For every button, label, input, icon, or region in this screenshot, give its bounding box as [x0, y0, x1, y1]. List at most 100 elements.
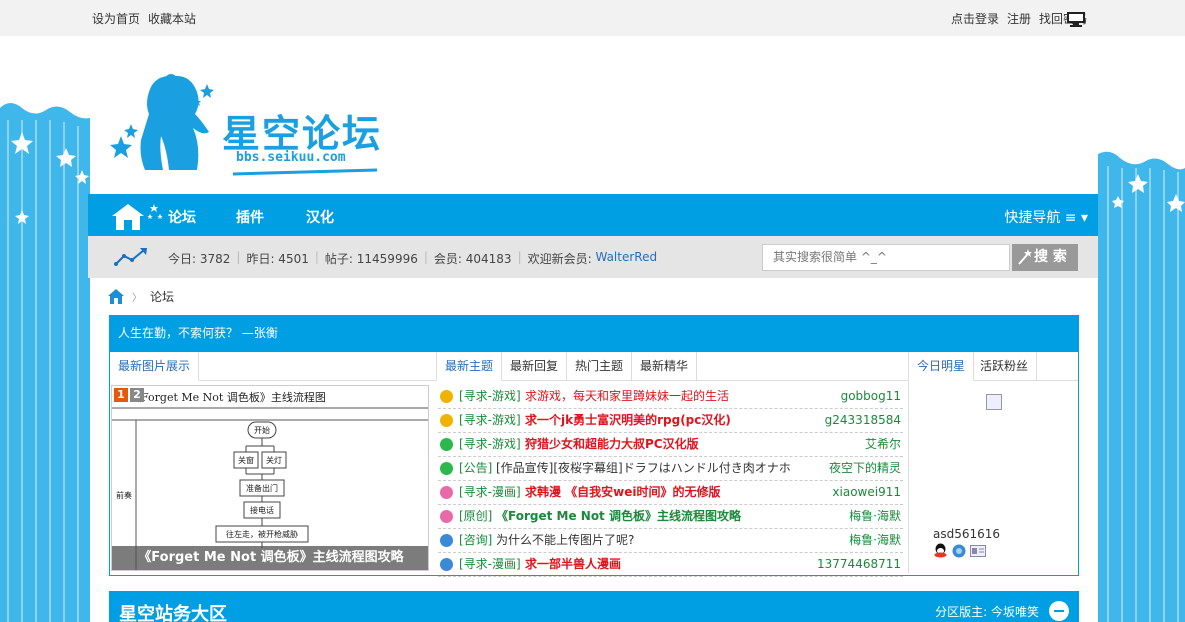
star-username[interactable]: asd561616: [933, 527, 1000, 541]
top-bar: 设为首页 收藏本站 点击登录 注册 找回密码: [0, 0, 1185, 36]
curtain-decoration-right: [1098, 151, 1185, 622]
qq-icon[interactable]: [933, 543, 948, 558]
login-link[interactable]: 点击登录: [951, 10, 999, 27]
monitor-icon[interactable]: [1066, 11, 1086, 27]
tab-today-star[interactable]: 今日明星: [908, 352, 975, 381]
breadcrumb: 〉 论坛: [108, 288, 174, 305]
thread-title[interactable]: 求一个jk勇士富沢明美的rpg(pc汉化): [525, 409, 731, 431]
flow-node-start: 开始: [254, 425, 270, 435]
trend-chart-icon: [114, 248, 147, 266]
today-star-panel: asd561616: [908, 381, 1078, 573]
thread-title[interactable]: 狩猎少女和超能力大叔PC汉化版: [525, 433, 699, 455]
thread-author[interactable]: 艾希尔: [865, 433, 901, 455]
thread-status-icon: [440, 438, 453, 451]
thread-row[interactable]: [咨询] 为什么不能上传图片了呢? 梅鲁·海默: [438, 529, 903, 553]
thread-category[interactable]: [寻求-游戏]: [459, 433, 521, 455]
home-icon[interactable]: [108, 289, 124, 304]
thread-status-icon: [440, 414, 453, 427]
welcome-label: 欢迎新会员:: [527, 252, 596, 266]
section-title[interactable]: 星空站务大区: [119, 600, 227, 622]
thread-author[interactable]: gobbog11: [841, 385, 901, 407]
image-tabbar: 最新图片展示: [110, 352, 436, 381]
stats-bar: 今日: 3782 | 昨日: 4501 | 帖子: 11459996 | 会员:…: [88, 236, 1098, 278]
tab-latest-topics[interactable]: 最新主题: [436, 352, 503, 381]
thread-category[interactable]: [咨询]: [459, 529, 492, 551]
collapse-icon[interactable]: [1049, 601, 1069, 621]
tab-hot-topics[interactable]: 热门主题: [567, 352, 633, 381]
thread-row[interactable]: [寻求-游戏] 狩猎少女和超能力大叔PC汉化版 艾希尔: [438, 433, 903, 457]
flow-node-go-left: 往左走，被开枪威胁: [226, 529, 298, 539]
slide-indicator-2[interactable]: 2: [130, 388, 144, 402]
nav-item-localization[interactable]: 汉化: [306, 207, 334, 227]
register-link[interactable]: 注册: [1007, 10, 1031, 27]
avatar[interactable]: [986, 394, 1002, 410]
breadcrumb-current[interactable]: 论坛: [150, 288, 174, 305]
bookmark-link[interactable]: 收藏本站: [148, 10, 196, 27]
thread-status-icon: [440, 390, 453, 403]
tab-latest-featured[interactable]: 最新精华: [632, 352, 698, 381]
section-header-site-affairs: 星空站务大区 分区版主: 今坂唯笑: [109, 591, 1079, 622]
thread-category[interactable]: [原创]: [459, 505, 492, 527]
flow-node-turn-off-light: 关灯: [266, 455, 282, 465]
curtain-decoration-left: [0, 103, 90, 622]
thread-status-icon: [440, 534, 453, 547]
featured-image-slide[interactable]: 开始 关窗 关灯 准备出门 接电话 往左走，被开枪威胁 前奏 《Forget M…: [111, 385, 429, 571]
thread-status-icon: [440, 462, 453, 475]
chevron-right-icon: 〉: [132, 293, 142, 304]
thread-author[interactable]: 梅鲁·海默: [849, 529, 901, 551]
flow-node-close-window: 关窗: [238, 455, 254, 465]
stat-posts: 帖子: 11459996: [324, 252, 418, 266]
thread-tabbar: 最新主题 最新回复 热门主题 最新精华: [436, 352, 908, 381]
tab-latest-images[interactable]: 最新图片展示: [110, 352, 200, 381]
section-moderator[interactable]: 分区版主: 今坂唯笑: [935, 603, 1039, 620]
thread-list: [寻求-游戏] 求游戏，每天和家里蹲妹妹一起的生活 gobbog11 [寻求-游戏] 求…: [438, 385, 903, 577]
thread-author[interactable]: 13774468711: [817, 553, 901, 575]
new-member-link[interactable]: WalterRed: [595, 250, 657, 267]
thread-row[interactable]: [寻求-漫画] 求韩漫 《自我安wei时间》的无修版 xiaowei911: [438, 481, 903, 505]
thread-status-icon: [440, 558, 453, 571]
thread-category[interactable]: [寻求-漫画]: [459, 553, 521, 575]
slide-doc-title: 《Forget Me Not 调色板》主线流程图: [130, 391, 326, 404]
thread-title[interactable]: 为什么不能上传图片了呢?: [496, 529, 634, 551]
portal-box: 人生在勤，不索何获？ —张衡 最新图片展示 开始 关窗 关灯 准备出门 接电话 …: [109, 315, 1079, 577]
thread-category[interactable]: [寻求-游戏]: [459, 385, 521, 407]
thread-row[interactable]: [寻求-游戏] 求游戏，每天和家里蹲妹妹一起的生活 gobbog11: [438, 385, 903, 409]
thread-title[interactable]: 《Forget Me Not 调色板》主线流程图攻略: [496, 505, 741, 527]
star-contact-icons: [933, 543, 986, 558]
thread-category[interactable]: [公告]: [459, 457, 492, 479]
site-logo-url: bbs.seikuu.com: [236, 150, 346, 165]
search-button[interactable]: 搜 索: [1012, 244, 1078, 271]
magic-wand-icon: [1018, 249, 1032, 265]
thread-row[interactable]: [寻求-游戏] 求一个jk勇士富沢明美的rpg(pc汉化) g243318584: [438, 409, 903, 433]
nav-item-forum[interactable]: 论坛: [168, 207, 196, 227]
slide-caption[interactable]: 《Forget Me Not 调色板》主线流程图攻略: [112, 546, 428, 570]
slide-indicator-1[interactable]: 1: [114, 388, 128, 402]
set-homepage-link[interactable]: 设为首页: [92, 10, 140, 27]
thread-title[interactable]: 求韩漫 《自我安wei时间》的无修版: [525, 481, 721, 503]
thread-row[interactable]: [原创] 《Forget Me Not 调色板》主线流程图攻略 梅鲁·海默: [438, 505, 903, 529]
tab-active-fans[interactable]: 活跃粉丝: [972, 352, 1038, 381]
search-input[interactable]: 其实搜索很简单 ^_^: [762, 244, 1010, 271]
home-icon[interactable]: [110, 200, 164, 232]
globe-icon[interactable]: [952, 544, 966, 558]
thread-title[interactable]: 求一部半兽人漫画: [525, 553, 621, 575]
thread-author[interactable]: 梅鲁·海默: [849, 505, 901, 527]
thread-author[interactable]: g243318584: [825, 409, 901, 431]
thread-status-icon: [440, 510, 453, 523]
quick-nav-menu[interactable]: 快捷导航 ≡ ▾: [1004, 207, 1088, 227]
tab-latest-replies[interactable]: 最新回复: [502, 352, 568, 381]
thread-author[interactable]: 夜空下的精灵: [829, 457, 901, 479]
thread-row[interactable]: [寻求-漫画] 求一部半兽人漫画 13774468711: [438, 553, 903, 577]
thread-title[interactable]: 求游戏，每天和家里蹲妹妹一起的生活: [525, 385, 729, 407]
thread-category[interactable]: [寻求-游戏]: [459, 409, 521, 431]
flowchart-image: 开始 关窗 关灯 准备出门 接电话 往左走，被开枪威胁 前奏: [112, 407, 428, 570]
thread-author[interactable]: xiaowei911: [832, 481, 901, 503]
search-button-label: 搜 索: [1034, 249, 1067, 265]
nav-item-plugins[interactable]: 插件: [236, 207, 264, 227]
thread-title[interactable]: [作品宣传][夜桜字幕组]ドラフはハンドル付き肉オナホ: [496, 457, 791, 479]
thread-category[interactable]: [寻求-漫画]: [459, 481, 521, 503]
flow-node-answer-phone: 接电话: [250, 505, 274, 515]
flow-node-prepare-to-leave: 准备出门: [246, 483, 278, 493]
profile-card-icon[interactable]: [970, 544, 986, 557]
thread-row[interactable]: [公告] [作品宣传][夜桜字幕组]ドラフはハンドル付き肉オナホ 夜空下的精灵: [438, 457, 903, 481]
